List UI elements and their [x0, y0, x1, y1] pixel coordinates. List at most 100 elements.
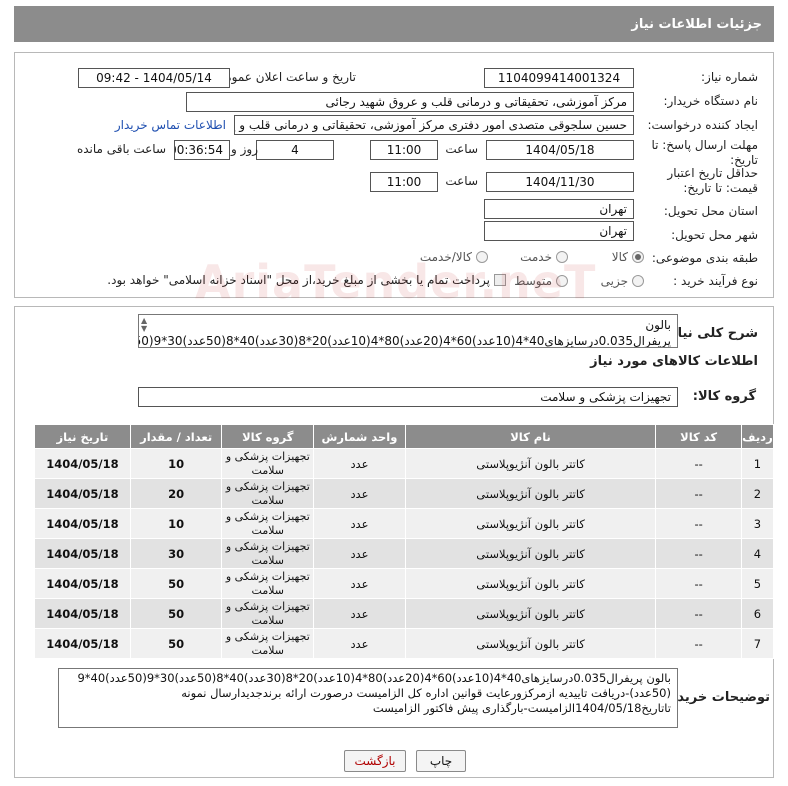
- price-validity-label: حداقل تاریخ اعتبار قیمت: تا تاریخ:: [667, 166, 758, 195]
- cell-unit: عدد: [313, 508, 406, 539]
- col-name: نام کالا: [404, 424, 657, 449]
- need-number-label: شماره نیاز:: [701, 70, 758, 84]
- category-option-goods-service[interactable]: کالا/خدمت: [420, 250, 488, 264]
- description-textbox[interactable]: بالون پریفرال0.035درسایزهای40*4(10عدد)60…: [138, 314, 678, 348]
- cell-row: 3: [740, 508, 775, 539]
- cell-unit: عدد: [313, 538, 406, 569]
- print-button[interactable]: چاپ: [416, 750, 466, 772]
- reply-deadline-time-label: ساعت: [445, 142, 478, 156]
- col-group: گروه کالا: [221, 424, 315, 449]
- cell-group: تجهیزات پزشکی و سلامت: [221, 538, 315, 569]
- cell-code: --: [655, 598, 742, 629]
- cell-code: --: [655, 538, 742, 569]
- table-row: 7 -- کاتتر بالون آنژیوپلاستی عدد تجهیزات…: [34, 628, 775, 659]
- col-code: کد کالا: [655, 424, 742, 449]
- requester-label: ایجاد کننده درخواست:: [647, 118, 758, 132]
- announce-datetime-label: تاریخ و ساعت اعلان عمومی:: [211, 70, 356, 84]
- cell-row: 2: [740, 478, 775, 509]
- scroll-arrows-icon: ▲ ▼: [141, 316, 148, 333]
- cell-name: کاتتر بالون آنژیوپلاستی: [404, 568, 657, 599]
- cell-code: --: [655, 508, 742, 539]
- buyer-org-field: مرکز آموزشی، تحقیقاتی و درمانی قلب و عرو…: [186, 92, 634, 112]
- cell-row: 7: [740, 628, 775, 659]
- cell-date: 1404/05/18: [34, 448, 131, 479]
- table-row: 4 -- کاتتر بالون آنژیوپلاستی عدد تجهیزات…: [34, 538, 775, 569]
- reply-deadline-time: 11:00: [370, 140, 438, 160]
- cell-code: --: [655, 568, 742, 599]
- category-label: طبقه بندی موضوعی:: [651, 251, 758, 265]
- treasury-payment-checkbox[interactable]: پرداخت تمام یا بخشی از مبلغ خرید،از محل …: [107, 273, 506, 287]
- cell-name: کاتتر بالون آنژیوپلاستی: [404, 508, 657, 539]
- process-option-medium[interactable]: متوسط: [514, 274, 568, 288]
- requester-field: حسین سلجوقی متصدی امور دفتری مرکز آموزشی…: [234, 115, 634, 135]
- cell-qty: 50: [129, 568, 223, 599]
- category-option-goods[interactable]: کالا: [612, 250, 644, 264]
- cell-unit: عدد: [313, 448, 406, 479]
- reply-deadline-label: مهلت ارسال پاسخ: تا تاریخ:: [651, 138, 758, 167]
- cell-name: کاتتر بالون آنژیوپلاستی: [404, 538, 657, 569]
- cell-group: تجهیزات پزشکی و سلامت: [221, 598, 315, 629]
- radio-icon: [556, 275, 568, 287]
- goods-group-label: گروه کالا:: [692, 389, 756, 404]
- buyer-notes-line-3: تاتاریخ1404/05/18الزامیست-بارگذاری پیش ف…: [372, 701, 671, 715]
- table-row: 1 -- کاتتر بالون آنژیوپلاستی عدد تجهیزات…: [34, 448, 775, 479]
- buyer-notes-textbox[interactable]: بالون پریفرال0.035درسایزهای40*4(10عدد)60…: [58, 668, 678, 728]
- page-header: جزئیات اطلاعات نیاز: [14, 6, 774, 42]
- cell-name: کاتتر بالون آنژیوپلاستی: [404, 448, 657, 479]
- cell-qty: 50: [129, 628, 223, 659]
- table-row: 5 -- کاتتر بالون آنژیوپلاستی عدد تجهیزات…: [34, 568, 775, 599]
- table-row: 3 -- کاتتر بالون آنژیوپلاستی عدد تجهیزات…: [34, 508, 775, 539]
- radio-icon: [476, 251, 488, 263]
- cell-date: 1404/05/18: [34, 628, 131, 659]
- cell-unit: عدد: [313, 598, 406, 629]
- cell-date: 1404/05/18: [34, 538, 131, 569]
- remaining-time-label: ساعت باقی مانده: [76, 142, 166, 156]
- cell-date: 1404/05/18: [34, 568, 131, 599]
- cell-group: تجهیزات پزشکی و سلامت: [221, 568, 315, 599]
- buyer-org-label: نام دستگاه خریدار:: [663, 94, 759, 108]
- price-validity-time: 11:00: [370, 172, 438, 192]
- process-type-label: نوع فرآیند خرید :: [673, 274, 758, 288]
- cell-code: --: [655, 478, 742, 509]
- cell-row: 1: [740, 448, 775, 479]
- price-validity-time-label: ساعت: [445, 174, 478, 188]
- buyer-notes-line-1: بالون پریفرال0.035درسایزهای40*4(10عدد)60…: [77, 671, 671, 685]
- cell-group: تجهیزات پزشکی و سلامت: [221, 448, 315, 479]
- cell-name: کاتتر بالون آنژیوپلاستی: [404, 478, 657, 509]
- delivery-city-label: شهر محل تحویل:: [671, 228, 758, 242]
- cell-unit: عدد: [313, 568, 406, 599]
- category-option-service[interactable]: خدمت: [520, 250, 568, 264]
- cell-date: 1404/05/18: [34, 508, 131, 539]
- cell-code: --: [655, 448, 742, 479]
- cell-qty: 50: [129, 598, 223, 629]
- buyer-contact-link[interactable]: اطلاعات تماس خریدار: [115, 118, 226, 132]
- delivery-province-label: استان محل تحویل:: [663, 204, 758, 218]
- cell-code: --: [655, 628, 742, 659]
- radio-icon: [632, 275, 644, 287]
- cell-qty: 20: [129, 478, 223, 509]
- radio-icon: [556, 251, 568, 263]
- cell-qty: 30: [129, 538, 223, 569]
- cell-name: کاتتر بالون آنژیوپلاستی: [404, 628, 657, 659]
- cell-name: کاتتر بالون آنژیوپلاستی: [404, 598, 657, 629]
- cell-qty: 10: [129, 508, 223, 539]
- radio-checked-icon: [632, 251, 644, 263]
- cell-unit: عدد: [313, 628, 406, 659]
- cell-date: 1404/05/18: [34, 598, 131, 629]
- cell-unit: عدد: [313, 478, 406, 509]
- goods-info-title: اطلاعات کالاهای مورد نیاز: [590, 354, 758, 369]
- process-option-minor[interactable]: جزیی: [601, 274, 644, 288]
- cell-group: تجهیزات پزشکی و سلامت: [221, 628, 315, 659]
- remaining-time-field: 00:36:54: [174, 140, 230, 160]
- back-button[interactable]: بازگشت: [344, 750, 406, 772]
- announce-datetime-field: 1404/05/14 - 09:42: [78, 68, 230, 88]
- cell-date: 1404/05/18: [34, 478, 131, 509]
- checkbox-icon: [494, 274, 506, 286]
- cell-group: تجهیزات پزشکی و سلامت: [221, 508, 315, 539]
- delivery-city-field: تهران: [484, 221, 634, 241]
- table-row: 6 -- کاتتر بالون آنژیوپلاستی عدد تجهیزات…: [34, 598, 775, 629]
- need-number-field: 1104099414001324: [484, 68, 634, 88]
- goods-group-field: تجهیزات پزشکی و سلامت: [138, 387, 678, 407]
- cell-row: 6: [740, 598, 775, 629]
- description-label: شرح کلی نیاز:: [664, 326, 758, 341]
